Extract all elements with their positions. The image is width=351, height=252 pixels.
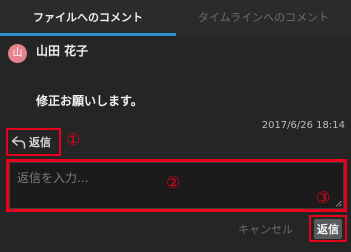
cancel-button[interactable]: キャンセル [238,220,293,240]
submit-reply-button[interactable]: 返信 [314,218,342,239]
annotation-marker-1: ① [66,130,81,149]
reply-arrow-icon [11,135,26,149]
comment-tabs: ファイルへのコメント タイムラインへのコメント [0,0,351,36]
tab-file-comments[interactable]: ファイルへのコメント [0,0,176,36]
avatar: 山 [8,44,27,63]
resize-handle-icon[interactable] [335,200,342,207]
comment-timestamp: 2017/6/26 18:14 [261,120,345,131]
comment-body: 修正お願いします。 [36,94,143,108]
comment-author: 山田 花子 [36,44,89,58]
tab-timeline-comments[interactable]: タイムラインへのコメント [176,0,351,36]
reply-link-label: 返信 [29,136,51,149]
annotation-marker-2: ② [166,173,181,192]
submit-button-highlight: 返信 [309,215,347,242]
reply-link[interactable]: 返信 [6,128,61,156]
active-tab-indicator [0,33,176,36]
annotation-marker-3: ③ [316,188,331,207]
